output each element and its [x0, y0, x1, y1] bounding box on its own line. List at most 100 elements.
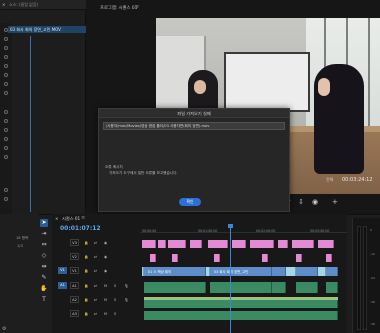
source-clip-item[interactable]: 03 회사 회의 장면_고민.MOV [8, 26, 88, 33]
ok-button[interactable]: 확인 [179, 198, 201, 206]
extract-icon[interactable]: ⇩ [298, 198, 304, 206]
audio-clip[interactable] [144, 282, 206, 293]
menu-icon[interactable]: ≡ [135, 4, 139, 10]
fit-dropdown[interactable]: 전체 [326, 177, 333, 183]
timeline-clip[interactable] [326, 267, 338, 276]
playhead-handle[interactable] [228, 224, 233, 228]
source-patch-a1[interactable]: A1 [58, 282, 67, 289]
add-button-icon[interactable]: + [332, 198, 338, 206]
sync-icon[interactable]: ⇄ [94, 253, 97, 261]
solo-icon[interactable]: S [114, 282, 116, 290]
tab-source[interactable]: 소스: (클립 없음) [9, 2, 38, 8]
track-name[interactable]: A2 [70, 296, 79, 303]
solo-icon[interactable]: S [114, 296, 116, 304]
keyframe-toggle-icon[interactable] [4, 137, 8, 141]
keyframe-toggle-icon[interactable] [4, 146, 8, 150]
timeline-clip[interactable] [208, 240, 228, 248]
timeline-clip[interactable] [296, 267, 318, 276]
source-patch-v1[interactable]: V1 [58, 267, 67, 274]
audio-clip[interactable] [272, 282, 286, 293]
lock-icon[interactable]: 🔒 [84, 310, 88, 318]
lock-icon[interactable]: 🔒 [84, 239, 88, 247]
close-icon[interactable]: × [55, 216, 59, 221]
timeline-clip[interactable] [296, 254, 302, 262]
track-name[interactable]: V3 [70, 239, 79, 246]
eye-icon[interactable]: ◉ [104, 267, 107, 275]
timeline-clip[interactable] [318, 240, 334, 248]
timeline-clip[interactable] [150, 254, 156, 262]
timeline-clip[interactable] [272, 267, 286, 276]
audio-clip[interactable] [296, 282, 318, 293]
keyframe-toggle-icon[interactable] [4, 64, 8, 68]
timeline-clip[interactable] [292, 240, 314, 248]
selection-tool-icon[interactable]: ➤ [40, 219, 48, 227]
timeline-clip[interactable] [232, 240, 246, 248]
tab-sequence[interactable]: 시퀀스 01 [62, 216, 80, 222]
track-name[interactable]: V1 [70, 267, 79, 274]
timeline-playhead[interactable] [230, 224, 231, 333]
timeline-clip[interactable] [262, 254, 268, 262]
track-select-tool-icon[interactable]: ⇥ [40, 230, 48, 238]
audio-clip[interactable] [144, 311, 338, 320]
pen-tool-icon[interactable]: ✎ [40, 274, 48, 282]
timeline-clip[interactable] [190, 240, 202, 248]
type-tool-icon[interactable]: T [40, 296, 48, 304]
sync-icon[interactable]: ⇄ [94, 267, 97, 275]
keyframe-toggle-icon[interactable] [4, 73, 8, 77]
sync-icon[interactable]: ⇄ [94, 296, 97, 304]
timeline-clip[interactable] [214, 254, 220, 262]
keyframe-toggle-icon[interactable] [4, 91, 8, 95]
microphone-icon[interactable]: 🎙 [124, 282, 129, 290]
sync-icon[interactable]: ⇄ [94, 310, 97, 318]
timeline-clip[interactable] [326, 254, 332, 262]
solo-icon[interactable]: S [114, 310, 116, 318]
sync-icon[interactable]: ⇄ [94, 239, 97, 247]
audio-clip[interactable] [210, 282, 272, 293]
sync-icon[interactable]: ⇄ [94, 282, 97, 290]
lock-icon[interactable]: 🔒 [84, 253, 88, 261]
timeline-clip[interactable] [318, 267, 326, 276]
menu-icon[interactable]: ≡ [81, 215, 85, 221]
lock-icon[interactable]: 🔒 [84, 296, 88, 304]
lock-icon[interactable]: 🔒 [84, 282, 88, 290]
timeline-clip[interactable] [278, 240, 288, 248]
lock-icon[interactable]: 🔒 [84, 267, 88, 275]
timeline-clip[interactable] [142, 240, 156, 248]
eye-icon[interactable]: ◉ [104, 239, 107, 247]
timeline-timecode[interactable]: 00:01:07:12 [60, 225, 101, 232]
timeline-clip[interactable] [286, 267, 296, 276]
audio-clip[interactable] [326, 282, 338, 293]
track-name[interactable]: A3 [70, 310, 79, 317]
timeline-clip[interactable] [250, 240, 274, 248]
audio-clip[interactable] [144, 300, 338, 308]
timeline-clip[interactable] [158, 240, 166, 248]
mute-icon[interactable]: M [104, 296, 107, 304]
track-name[interactable]: V2 [70, 253, 79, 260]
keyframe-toggle-icon[interactable] [4, 37, 8, 41]
export-frame-icon[interactable]: ◉ [312, 198, 318, 206]
track-name[interactable]: A1 [70, 282, 79, 289]
close-icon[interactable]: × [2, 2, 5, 7]
keyframe-toggle-icon[interactable] [4, 82, 8, 86]
timeline-clip[interactable] [172, 254, 178, 262]
tab-program[interactable]: 프로그램: 시퀀스 01 [100, 5, 137, 11]
razor-tool-icon[interactable]: ◇ [40, 252, 48, 260]
keyframe-toggle-icon[interactable] [4, 128, 8, 132]
microphone-icon[interactable]: 🎙 [124, 296, 129, 304]
keyframe-toggle-icon[interactable] [4, 110, 8, 114]
settings-icon[interactable]: ⚙ [2, 326, 6, 332]
hand-tool-icon[interactable]: ✋ [40, 285, 48, 293]
keyframe-toggle-icon[interactable] [4, 188, 8, 192]
timeline-clip-v1-b[interactable]: 03 회사 회의 장면_고민 [210, 267, 272, 276]
keyframe-toggle-icon[interactable] [4, 155, 8, 159]
source-playhead[interactable] [30, 36, 31, 212]
keyframe-toggle-icon[interactable] [4, 55, 8, 59]
keyframe-toggle-icon[interactable] [4, 197, 8, 201]
mute-icon[interactable]: M [104, 310, 107, 318]
keyframe-toggle-icon[interactable] [4, 46, 8, 50]
ripple-edit-tool-icon[interactable]: ⇔ [40, 241, 48, 249]
eye-icon[interactable]: ◉ [104, 253, 107, 261]
timeline-clip[interactable] [168, 240, 186, 248]
mute-icon[interactable]: M [104, 282, 107, 290]
keyframe-toggle-icon[interactable] [4, 119, 8, 123]
